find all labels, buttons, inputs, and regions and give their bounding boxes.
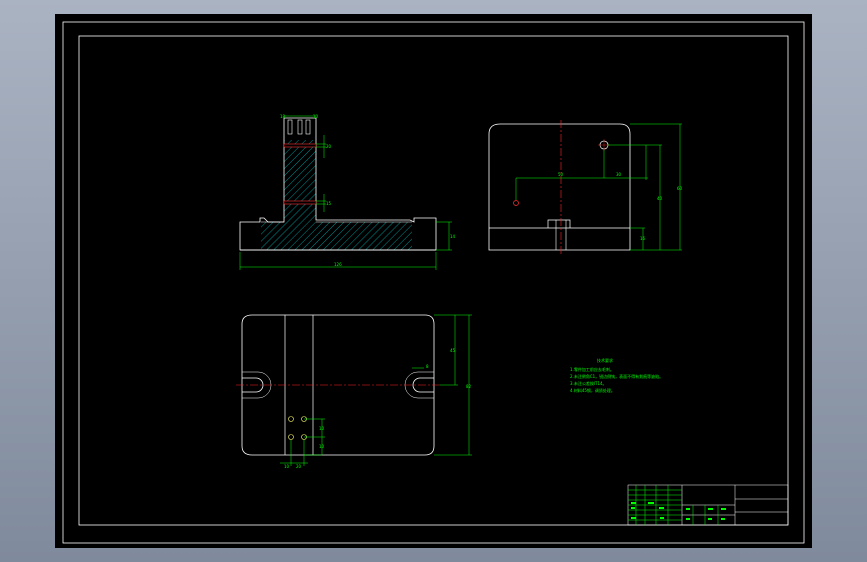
dim-side-h3: 16 bbox=[640, 236, 646, 241]
dim-side-w2: 30 bbox=[616, 172, 622, 177]
dim-side-h2: 40 bbox=[657, 196, 663, 201]
drawing-sheet bbox=[55, 14, 812, 548]
dim-top-sy1: 10 bbox=[319, 426, 325, 431]
dim-top-bx: 10 bbox=[284, 464, 290, 469]
notes-line-4: 4.材料45钢，调质处理。 bbox=[570, 387, 615, 393]
dim-base-h: 14 bbox=[450, 234, 456, 239]
dim-top-w2: 10 bbox=[313, 114, 319, 119]
cad-drawing-canvas: 18 10 20 15 14 126 60 40 16 50 30 8 45 8… bbox=[55, 14, 812, 548]
dim-top-sy2: 10 bbox=[319, 444, 325, 449]
dim-side-w1: 50 bbox=[558, 172, 564, 177]
dim-top-h1: 45 bbox=[450, 348, 456, 353]
notes-line-3: 3.未注公差按IT14。 bbox=[570, 380, 607, 386]
dim-slot-h1: 20 bbox=[326, 144, 332, 149]
dim-top-w1: 18 bbox=[280, 114, 286, 119]
notes-line-1: 1.零件加工前应去毛刺。 bbox=[570, 366, 614, 372]
dim-top-sx: 20 bbox=[296, 464, 302, 469]
notes-line-2: 2.未注倒角C1，锐边倒钝，表面不得有划痕等缺陷。 bbox=[570, 373, 663, 379]
dim-total-w: 126 bbox=[334, 262, 342, 267]
dim-top-h2: 82 bbox=[466, 384, 472, 389]
dim-slot-h2: 15 bbox=[326, 201, 332, 206]
notes-title: 技术要求 bbox=[597, 357, 613, 363]
dim-side-h1: 60 bbox=[677, 186, 683, 191]
